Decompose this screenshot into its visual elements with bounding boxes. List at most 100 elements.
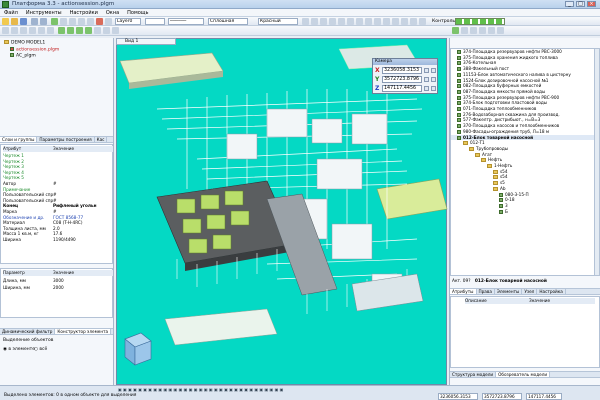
weight-select[interactable] bbox=[145, 18, 165, 25]
menu-help[interactable]: Помощь bbox=[123, 9, 152, 17]
view-icon[interactable] bbox=[356, 18, 363, 25]
clip-icon[interactable] bbox=[347, 18, 354, 25]
tree-item[interactable]: Б bbox=[451, 209, 594, 215]
minimize-button[interactable]: _ bbox=[565, 1, 574, 7]
param-row[interactable]: Длина, мм 3000 bbox=[3, 278, 113, 284]
tab-model-structure[interactable]: Структура модели bbox=[450, 372, 497, 377]
filter-icon[interactable] bbox=[419, 18, 426, 25]
line-preview[interactable]: ────── bbox=[168, 18, 204, 25]
tree-item-label: 087-Площадка емкости прямой воды bbox=[463, 88, 546, 94]
tree-expand-icon[interactable] bbox=[461, 27, 468, 34]
radio-all[interactable]: ○ всё bbox=[34, 347, 47, 352]
x-input[interactable]: 3236058.3153 bbox=[382, 67, 422, 74]
ortho-icon[interactable] bbox=[320, 18, 327, 25]
viewport-tab[interactable]: Вид 1 bbox=[116, 38, 176, 45]
tree-scrollbar[interactable] bbox=[594, 48, 600, 276]
tab-cas[interactable]: Кас bbox=[95, 137, 108, 142]
z-input[interactable]: 147117.4456 bbox=[382, 85, 422, 92]
coord-z-row: Z 147117.4456 bbox=[375, 85, 437, 93]
tree-collapse-icon[interactable] bbox=[470, 27, 477, 34]
tree-item-label: s5 bbox=[500, 180, 505, 186]
circle-tool-icon[interactable] bbox=[20, 27, 27, 34]
tab-node[interactable]: Узел bbox=[522, 289, 538, 294]
open-icon[interactable] bbox=[11, 18, 18, 25]
color-select[interactable]: Красный bbox=[258, 18, 298, 25]
plate-tool-icon[interactable] bbox=[85, 27, 92, 34]
tree-item-ac[interactable]: AC_plgm bbox=[0, 53, 113, 60]
text-tool-icon[interactable] bbox=[47, 27, 54, 34]
copy-icon[interactable] bbox=[424, 86, 429, 91]
folder-icon bbox=[475, 152, 480, 157]
property-value: 1190/4490 bbox=[53, 236, 76, 242]
column-tool-icon[interactable] bbox=[76, 27, 83, 34]
tab-model-browser[interactable]: Обозреватель модели bbox=[496, 372, 551, 377]
copy-icon[interactable] bbox=[424, 68, 429, 73]
param-row[interactable]: Ширина, мм 2000 bbox=[3, 285, 113, 291]
walk-icon[interactable] bbox=[392, 18, 399, 25]
section-icon[interactable] bbox=[338, 18, 345, 25]
grid-icon[interactable] bbox=[311, 18, 318, 25]
light-icon[interactable] bbox=[374, 18, 381, 25]
snap-icon[interactable] bbox=[302, 18, 309, 25]
polyline-tool-icon[interactable] bbox=[38, 27, 45, 34]
tree-refresh-icon[interactable] bbox=[452, 27, 459, 34]
save-icon[interactable] bbox=[20, 18, 27, 25]
valve-tool-icon[interactable] bbox=[103, 27, 110, 34]
undo-icon[interactable] bbox=[31, 18, 38, 25]
paste-icon[interactable] bbox=[431, 77, 436, 82]
status-z: 147117.4456 bbox=[526, 393, 562, 400]
delete-icon[interactable] bbox=[96, 18, 103, 25]
paste-icon[interactable] bbox=[431, 86, 436, 91]
tree-item-label: 375-Площадка хранения жидкого топлива bbox=[463, 54, 558, 60]
y-input[interactable]: 3572723.8796 bbox=[382, 76, 422, 83]
camera-icon[interactable] bbox=[383, 18, 390, 25]
tree-filter-icon[interactable] bbox=[479, 27, 486, 34]
tab-rights[interactable]: Права bbox=[477, 289, 495, 294]
equipment-tool-icon[interactable] bbox=[94, 27, 101, 34]
layer-select[interactable]: Layer0 bbox=[115, 18, 141, 25]
support-tool-icon[interactable] bbox=[112, 27, 119, 34]
y-label: Y bbox=[375, 76, 380, 83]
property-row[interactable]: Ширина 1190/4490 bbox=[3, 237, 113, 243]
menu-windows[interactable]: Окна bbox=[102, 9, 123, 17]
zoom-icon[interactable] bbox=[69, 18, 76, 25]
redo-icon[interactable] bbox=[40, 18, 47, 25]
beam-tool-icon[interactable] bbox=[67, 27, 74, 34]
menu-tools[interactable]: Инструменты bbox=[22, 9, 66, 17]
tree-item-label: Агат bbox=[482, 151, 493, 157]
tab-build-params[interactable]: Параметры построения bbox=[37, 137, 95, 142]
paste-icon[interactable] bbox=[431, 68, 436, 73]
close-button[interactable]: × bbox=[587, 1, 596, 7]
pipe-tool-icon[interactable] bbox=[58, 27, 65, 34]
tab-dynamic-filter[interactable]: Динамический фильтр bbox=[0, 329, 56, 334]
measure-icon[interactable] bbox=[329, 18, 336, 25]
tab-element-builder[interactable]: Конструктор элемента bbox=[55, 329, 112, 334]
tree-search-icon[interactable] bbox=[488, 27, 495, 34]
rotate-icon[interactable] bbox=[78, 18, 85, 25]
maximize-button[interactable]: □ bbox=[576, 1, 585, 7]
tab-attributes[interactable]: Атрибуты bbox=[450, 289, 477, 294]
fit-icon[interactable] bbox=[87, 18, 94, 25]
new-icon[interactable] bbox=[2, 18, 9, 25]
tree-item-label: 376-Котельная bbox=[463, 60, 497, 66]
menu-settings[interactable]: Настройки bbox=[66, 9, 102, 17]
view-cube[interactable] bbox=[124, 332, 152, 366]
line-tool-icon[interactable] bbox=[2, 27, 9, 34]
info-icon[interactable] bbox=[401, 18, 408, 25]
tree-item-label: 012-Блок товарной насосной bbox=[463, 134, 534, 140]
props-icon[interactable] bbox=[410, 18, 417, 25]
rect-tool-icon[interactable] bbox=[29, 27, 36, 34]
tab-layers[interactable]: Слои и группы bbox=[0, 137, 38, 142]
render-icon[interactable] bbox=[365, 18, 372, 25]
layer-icon[interactable] bbox=[105, 18, 112, 25]
copy-icon[interactable] bbox=[424, 77, 429, 82]
select-icon[interactable] bbox=[51, 18, 58, 25]
tree-options-icon[interactable] bbox=[497, 27, 504, 34]
menu-file[interactable]: Файл bbox=[0, 9, 22, 17]
tab-settings[interactable]: Настройка bbox=[537, 289, 566, 294]
linestyle-select[interactable]: Сплошная bbox=[208, 18, 248, 25]
pan-icon[interactable] bbox=[60, 18, 67, 25]
radio-in-element[interactable]: ◉ в элементе bbox=[3, 347, 35, 352]
arc-tool-icon[interactable] bbox=[11, 27, 18, 34]
tab-elements[interactable]: Элементы bbox=[495, 289, 523, 294]
